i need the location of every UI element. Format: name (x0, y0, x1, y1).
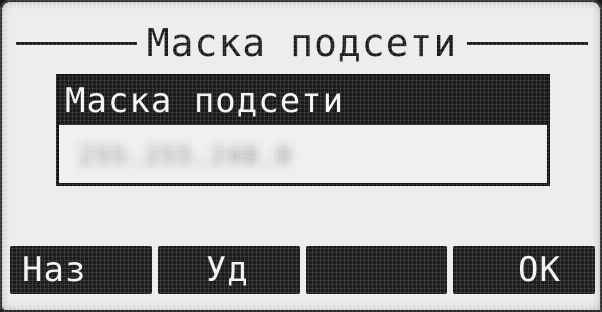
subnet-mask-label: Маска подсети (59, 77, 547, 125)
subnet-mask-field[interactable]: Маска подсети 255.255.248.0 (56, 74, 550, 186)
lcd-screen: Маска подсети Маска подсети 255.255.248.… (0, 0, 602, 312)
ok-softkey-label: OK (518, 250, 561, 290)
empty-softkey[interactable] (305, 246, 448, 294)
ok-softkey[interactable]: OK (453, 246, 595, 294)
page-title: Маска подсети (146, 21, 458, 65)
delete-softkey-label: Уд (205, 250, 249, 290)
title-bar: Маска подсети (16, 20, 589, 66)
subnet-mask-input[interactable]: 255.255.248.0 (79, 141, 293, 171)
title-divider-left (16, 41, 137, 45)
title-divider-right (467, 41, 589, 45)
back-softkey-label: Наз (22, 250, 87, 290)
softkey-bar: Наз Уд OK (10, 246, 595, 294)
delete-softkey[interactable]: Уд (157, 246, 300, 294)
back-softkey[interactable]: Наз (10, 246, 152, 294)
